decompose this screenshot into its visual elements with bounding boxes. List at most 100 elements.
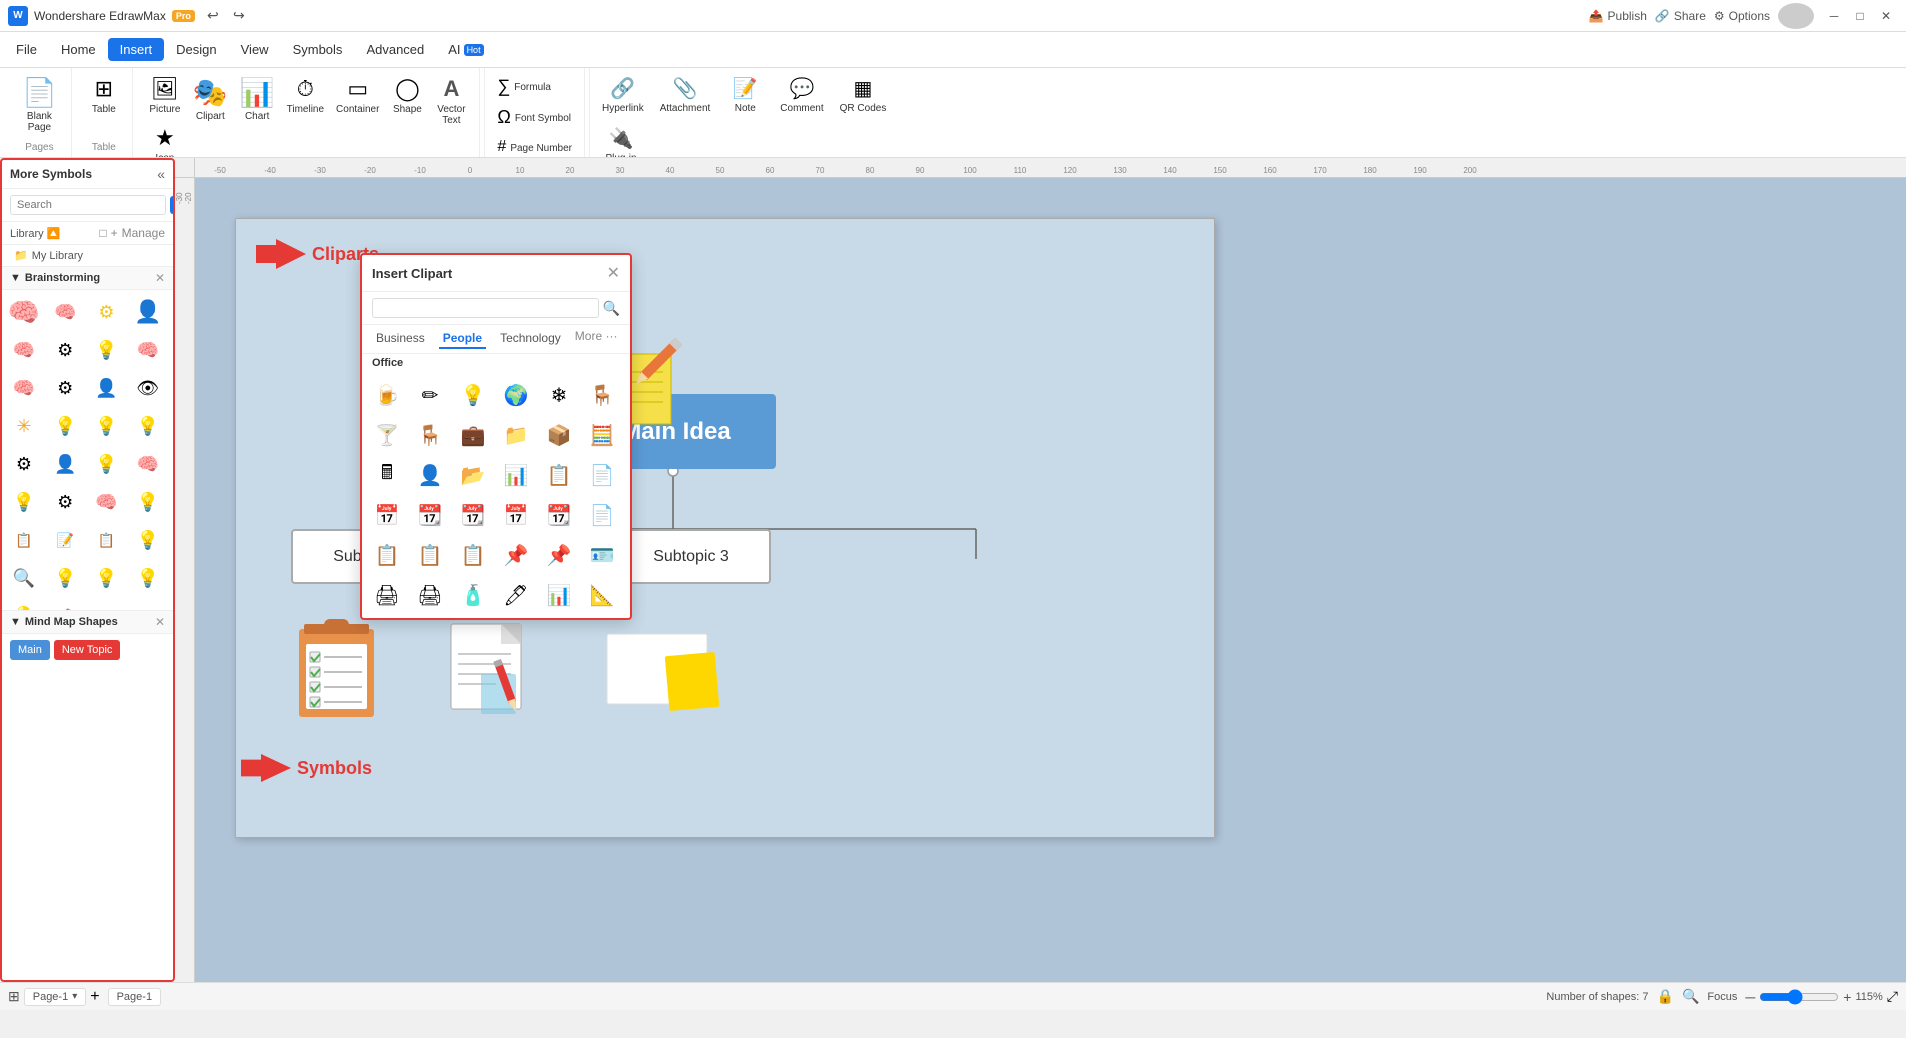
close-button[interactable]: ✕: [1874, 4, 1898, 28]
menu-design[interactable]: Design: [164, 38, 228, 61]
clipart-item-printer[interactable]: 🖨: [368, 576, 406, 614]
vector-text-button[interactable]: A VectorText: [429, 72, 473, 152]
attachment-button[interactable]: 📎 Attachment: [654, 72, 717, 118]
shape-brain-green[interactable]: 🧠: [6, 294, 42, 330]
sidebar-collapse-button[interactable]: «: [157, 166, 165, 182]
clipart-item-presentation[interactable]: 📊: [540, 576, 578, 614]
clipart-item-printer2[interactable]: 🖨: [411, 576, 449, 614]
formula-button[interactable]: ∑ Formula: [491, 72, 557, 101]
clipart-item-calculator[interactable]: 🖩: [368, 456, 406, 494]
page-number-button[interactable]: # Page Number: [491, 134, 578, 158]
shape-bulb-1[interactable]: 💡: [89, 332, 125, 368]
hyperlink-button[interactable]: 🔗 Hyperlink: [596, 72, 650, 118]
clipart-item-list2[interactable]: 📋: [411, 536, 449, 574]
clipart-more-button[interactable]: More ···: [575, 329, 618, 349]
shape-gear-4[interactable]: ⚙: [6, 446, 42, 482]
subtopic-3-box[interactable]: Subtopic 3: [611, 529, 771, 584]
clipart-item-cocktail[interactable]: 🍸: [368, 416, 406, 454]
shape-person-3[interactable]: 👤: [47, 446, 83, 482]
clipart-item-clipboard[interactable]: 📋: [540, 456, 578, 494]
clipart-item-chair[interactable]: 🪑: [583, 376, 621, 414]
shape-rect-2[interactable]: ▬: [130, 598, 166, 610]
shape-brain-4[interactable]: 🧠: [130, 446, 166, 482]
menu-symbols[interactable]: Symbols: [281, 38, 355, 61]
shape-list-3[interactable]: 📋: [89, 522, 125, 558]
shape-bulb-10[interactable]: 💡: [6, 598, 42, 610]
mind-map-expand-icon[interactable]: ▼: [10, 616, 21, 628]
plug-in-button[interactable]: 🔌 Plug-in: [596, 122, 646, 158]
clipboard-icon[interactable]: [294, 614, 384, 727]
clipart-item-person[interactable]: 👤: [411, 456, 449, 494]
menu-ai[interactable]: AI Hot: [436, 38, 495, 61]
clipart-item-pin1[interactable]: 📌: [497, 536, 535, 574]
page-1-tab[interactable]: Page-1 ▾: [24, 988, 87, 1006]
table-button[interactable]: ⊞ Table: [82, 72, 126, 132]
shape-bulb-5[interactable]: 💡: [89, 446, 125, 482]
menu-file[interactable]: File: [4, 38, 49, 61]
clipart-item-list3[interactable]: 📋: [454, 536, 492, 574]
minimize-button[interactable]: ─: [1822, 4, 1846, 28]
container-button[interactable]: ▭ Container: [330, 72, 385, 152]
library-manage-button[interactable]: Manage: [122, 226, 165, 240]
clipart-tab-business[interactable]: Business: [372, 329, 429, 349]
clipart-tab-people[interactable]: People: [439, 329, 486, 349]
shape-list-2[interactable]: 📝: [47, 522, 83, 558]
clipart-search-icon[interactable]: 🔍: [603, 300, 620, 317]
clipart-item-cal3[interactable]: 📆: [454, 496, 492, 534]
zoom-out-button[interactable]: ─: [1745, 989, 1755, 1005]
clipart-item-cal4[interactable]: 📅: [497, 496, 535, 534]
mind-map-close-button[interactable]: ✕: [155, 615, 165, 629]
clipart-button[interactable]: 🎭 Clipart: [187, 72, 234, 152]
clipart-item-abacus[interactable]: 🧮: [583, 416, 621, 454]
clipart-item-chart[interactable]: 📊: [497, 456, 535, 494]
clipart-item-globe[interactable]: 🌍: [497, 376, 535, 414]
clipart-item-pen[interactable]: 🖊: [497, 576, 535, 614]
shape-gear-2[interactable]: ⚙: [47, 332, 83, 368]
clipart-item-cal5[interactable]: 📆: [540, 496, 578, 534]
shape-brain-purple[interactable]: 🧠: [47, 294, 83, 330]
search-input[interactable]: [10, 195, 166, 215]
shape-magnify[interactable]: 🔍: [6, 560, 42, 596]
library-expand-button[interactable]: □: [99, 226, 106, 240]
shape-brain-5[interactable]: 🧠: [89, 484, 125, 520]
timeline-button[interactable]: ⏱ Timeline: [281, 72, 330, 152]
shape-person-dark[interactable]: 👤: [130, 294, 166, 330]
icon-button[interactable]: ★ Icon: [143, 121, 187, 158]
shape-brain-3[interactable]: 🧠: [6, 370, 42, 406]
document-pen-icon[interactable]: [446, 619, 536, 732]
menu-home[interactable]: Home: [49, 38, 108, 61]
shape-bulb-8[interactable]: 💡: [130, 522, 166, 558]
clipart-tab-technology[interactable]: Technology: [496, 329, 565, 349]
clipart-item-box[interactable]: 📦: [540, 416, 578, 454]
add-page-button[interactable]: +: [90, 988, 99, 1006]
my-library-item[interactable]: 📁 My Library: [2, 245, 173, 266]
menu-view[interactable]: View: [229, 38, 281, 61]
shape-rect-1[interactable]: ▬: [89, 598, 125, 610]
undo-button[interactable]: ↩: [201, 4, 225, 28]
blank-page-button[interactable]: 📄 BlankPage: [14, 72, 65, 132]
share-button[interactable]: 🔗 Share: [1655, 9, 1706, 23]
shape-gear-5[interactable]: ⚙: [47, 484, 83, 520]
clipart-item-pin2[interactable]: 📌: [540, 536, 578, 574]
clipart-item-doc[interactable]: 📄: [583, 456, 621, 494]
shape-star-burst[interactable]: ✳: [6, 408, 42, 444]
maximize-button[interactable]: □: [1848, 4, 1872, 28]
shape-bulb-9[interactable]: 💡: [130, 560, 166, 596]
note-button[interactable]: 📝 Note: [720, 72, 770, 118]
clipart-item-folder2[interactable]: 📂: [454, 456, 492, 494]
clipart-item-snowflake[interactable]: ❄: [540, 376, 578, 414]
zoom-in-button[interactable]: +: [1843, 989, 1851, 1005]
qr-codes-button[interactable]: ▦ QR Codes: [834, 72, 893, 118]
shape-bulb-6[interactable]: 💡: [6, 484, 42, 520]
clipart-item-cal2[interactable]: 📆: [411, 496, 449, 534]
fit-page-button[interactable]: ⤢: [1887, 988, 1898, 1005]
menu-insert[interactable]: Insert: [108, 38, 165, 61]
shape-bulb-2[interactable]: 💡: [47, 408, 83, 444]
comment-button[interactable]: 💬 Comment: [774, 72, 829, 118]
shape-list-1[interactable]: 📋: [6, 522, 42, 558]
shape-person-2[interactable]: 👤: [89, 370, 125, 406]
shape-bulb-4[interactable]: 💡: [130, 408, 166, 444]
shape-bulb-outline[interactable]: 💡: [89, 560, 125, 596]
sticky-note-icon[interactable]: [602, 619, 722, 727]
clipart-item-lamp[interactable]: 💡: [454, 376, 492, 414]
